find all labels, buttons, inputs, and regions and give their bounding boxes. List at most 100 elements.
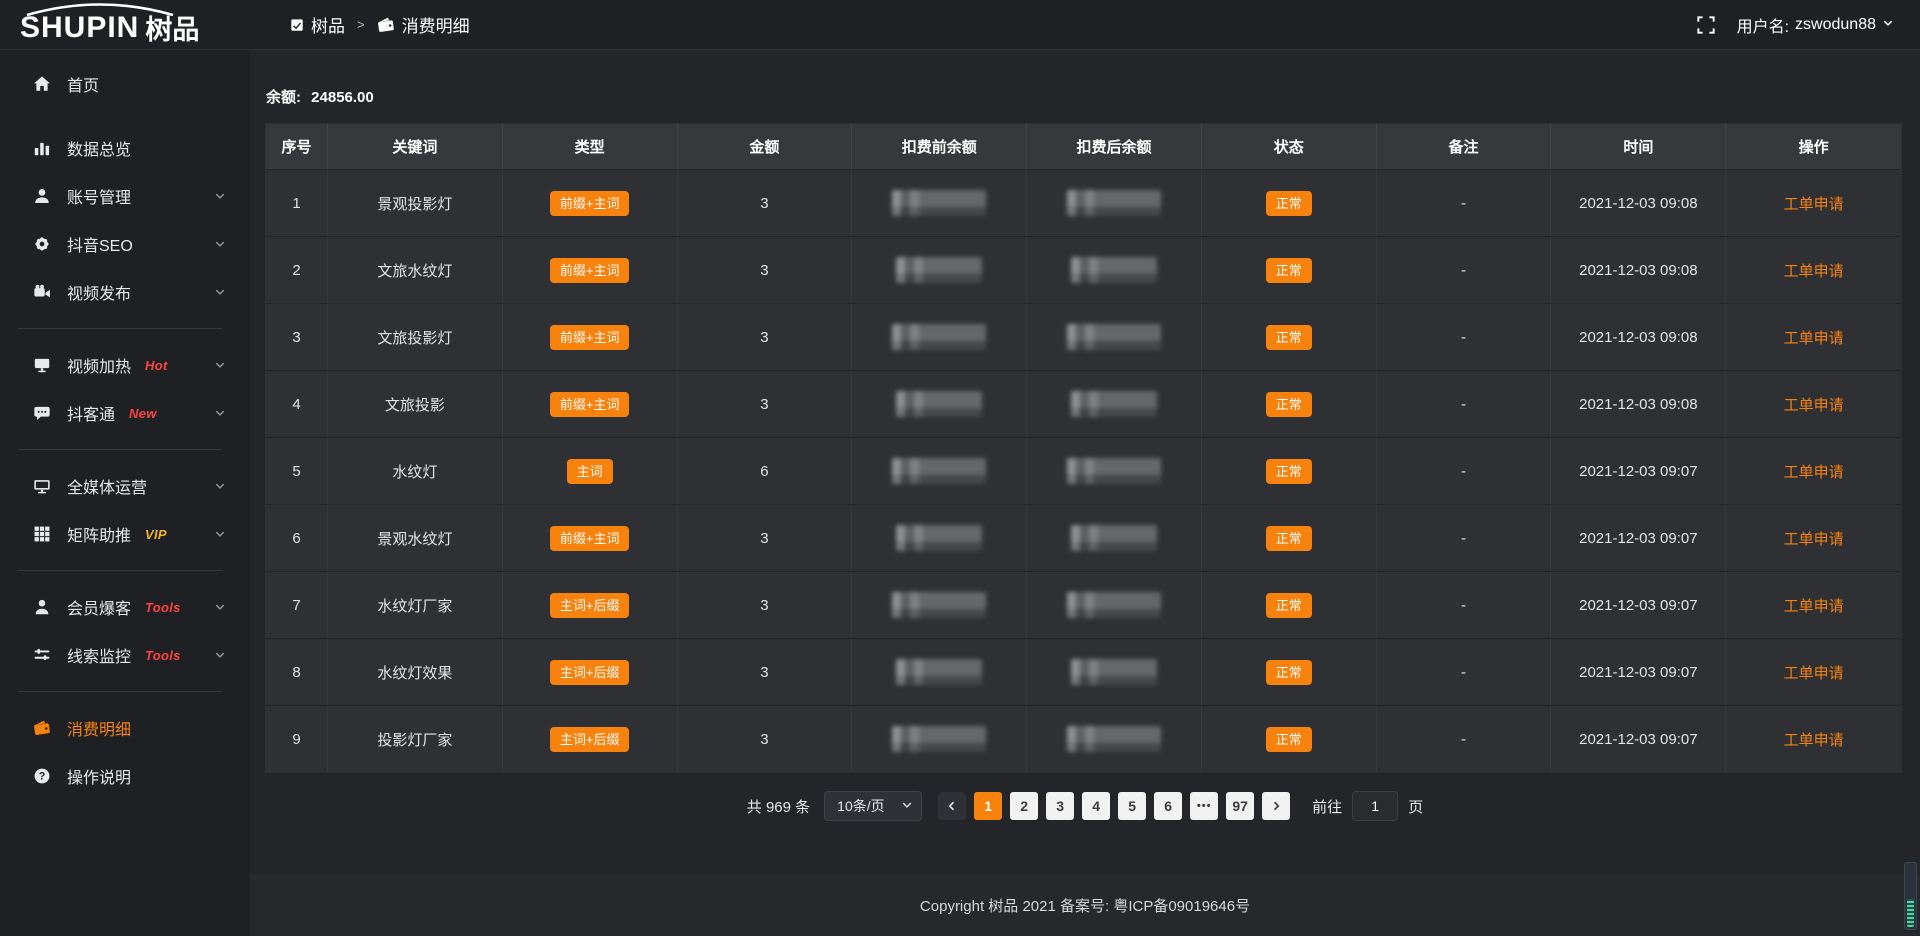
column-header: 类型 <box>503 124 678 169</box>
sidebar-item-首页[interactable]: 首页 <box>0 60 250 108</box>
chevron-down-icon <box>214 649 226 661</box>
work-order-link[interactable]: 工单申请 <box>1784 595 1844 616</box>
chevron-down-icon <box>214 359 226 371</box>
page-size-select[interactable]: 10条/页 <box>824 791 922 821</box>
page-button-2[interactable]: 2 <box>1010 792 1038 820</box>
scrollbar[interactable] <box>1904 862 1917 930</box>
type-cell: 前缀+主词 <box>503 505 678 571</box>
sidebar-item-label: 会员爆客 <box>67 595 131 619</box>
column-header: 状态 <box>1202 124 1377 169</box>
amount-cell: 3 <box>678 371 853 437</box>
breadcrumb-root[interactable]: 树品 <box>290 12 345 37</box>
table-header-row: 序号关键词类型金额扣费前余额扣费后余额状态备注时间操作 <box>266 124 1901 169</box>
remark-cell: - <box>1377 706 1552 772</box>
status-cell: 正常 <box>1202 572 1377 638</box>
sidebar-item-操作说明[interactable]: ?操作说明 <box>0 752 250 800</box>
status-cell: 正常 <box>1202 170 1377 236</box>
more-pages-button[interactable]: ••• <box>1190 792 1218 820</box>
sidebar-item-数据总览[interactable]: 数据总览 <box>0 124 250 172</box>
status-cell: 正常 <box>1202 304 1377 370</box>
next-page-button[interactable] <box>1262 792 1290 820</box>
sidebar-item-label: 视频发布 <box>67 280 131 304</box>
grid-icon <box>32 524 52 544</box>
page-button-97[interactable]: 97 <box>1226 792 1254 820</box>
redacted-balance-before <box>896 525 982 551</box>
work-order-link[interactable]: 工单申请 <box>1784 260 1844 281</box>
work-order-link[interactable]: 工单申请 <box>1784 327 1844 348</box>
time-cell: 2021-12-03 09:07 <box>1551 572 1726 638</box>
sidebar-item-账号管理[interactable]: 账号管理 <box>0 172 250 220</box>
amount-cell: 3 <box>678 706 853 772</box>
goto-page-input[interactable] <box>1352 791 1398 821</box>
action-cell: 工单申请 <box>1726 505 1901 571</box>
sidebar-divider <box>18 691 222 692</box>
balance-after-cell <box>1027 706 1202 772</box>
balance-label: 余额: <box>266 89 301 106</box>
type-badge: 前缀+主词 <box>550 191 630 216</box>
sidebar-item-label: 视频加热 <box>67 353 131 377</box>
type-badge: 主词 <box>567 459 613 484</box>
scrollbar-thumb[interactable] <box>1907 899 1914 927</box>
work-order-link[interactable]: 工单申请 <box>1784 461 1844 482</box>
work-order-link[interactable]: 工单申请 <box>1784 394 1844 415</box>
sidebar-item-矩阵助推[interactable]: 矩阵助推VIP <box>0 510 250 558</box>
home-icon <box>32 74 52 94</box>
keyword-cell: 投影灯厂家 <box>328 706 503 772</box>
row-index-cell: 2 <box>266 237 328 303</box>
action-cell: 工单申请 <box>1726 237 1901 303</box>
page-button-3[interactable]: 3 <box>1046 792 1074 820</box>
sidebar-item-全媒体运营[interactable]: 全媒体运营 <box>0 462 250 510</box>
time-cell: 2021-12-03 09:08 <box>1551 170 1726 236</box>
balance-before-cell <box>852 438 1027 504</box>
work-order-link[interactable]: 工单申请 <box>1784 729 1844 750</box>
column-header: 关键词 <box>328 124 503 169</box>
sidebar-item-抖客通[interactable]: 抖客通New <box>0 389 250 437</box>
balance-before-cell <box>852 505 1027 571</box>
time-cell: 2021-12-03 09:08 <box>1551 371 1726 437</box>
logo: SHUPIN 树品 <box>0 0 250 49</box>
keyword-cell: 水纹灯 <box>328 438 503 504</box>
page-button-6[interactable]: 6 <box>1154 792 1182 820</box>
redacted-balance-after <box>1067 592 1161 618</box>
work-order-link[interactable]: 工单申请 <box>1784 528 1844 549</box>
question-icon: ? <box>32 766 52 786</box>
breadcrumb-separator: > <box>357 17 365 32</box>
page-button-4[interactable]: 4 <box>1082 792 1110 820</box>
pagination: 共 969 条 10条/页 123456•••97 前往 页 <box>250 791 1920 821</box>
amount-cell: 6 <box>678 438 853 504</box>
member-icon <box>32 597 52 617</box>
video-icon <box>32 282 52 302</box>
prev-page-button[interactable] <box>938 792 966 820</box>
sidebar-item-线索监控[interactable]: 线索监控Tools <box>0 631 250 679</box>
table-body: 1景观投影灯前缀+主词3正常-2021-12-03 09:08工单申请2文旅水纹… <box>266 169 1901 772</box>
action-cell: 工单申请 <box>1726 371 1901 437</box>
type-cell: 前缀+主词 <box>503 170 678 236</box>
heat-icon <box>32 355 52 375</box>
work-order-link[interactable]: 工单申请 <box>1784 193 1844 214</box>
type-badge: 主词+后缀 <box>550 593 630 618</box>
status-badge: 正常 <box>1266 191 1312 216</box>
redacted-balance-before <box>892 190 986 216</box>
table-row: 4文旅投影前缀+主词3正常-2021-12-03 09:08工单申请 <box>266 370 1901 437</box>
fullscreen-icon[interactable] <box>1697 16 1715 34</box>
copyright-text: Copyright 树品 2021 备案号: 粤ICP备09019646号 <box>920 895 1250 916</box>
status-badge: 正常 <box>1266 392 1312 417</box>
page-button-5[interactable]: 5 <box>1118 792 1146 820</box>
sidebar-item-抖音SEO[interactable]: 抖音SEO <box>0 220 250 268</box>
redacted-balance-before <box>892 726 986 752</box>
page-number-list: 123456 ••• 97 <box>974 792 1254 820</box>
action-cell: 工单申请 <box>1726 170 1901 236</box>
sidebar-item-会员爆客[interactable]: 会员爆客Tools <box>0 583 250 631</box>
type-cell: 主词+后缀 <box>503 639 678 705</box>
sidebar-item-视频发布[interactable]: 视频发布 <box>0 268 250 316</box>
sidebar-item-消费明细[interactable]: 消费明细 <box>0 704 250 752</box>
sidebar-item-视频加热[interactable]: 视频加热Hot <box>0 341 250 389</box>
work-order-link[interactable]: 工单申请 <box>1784 662 1844 683</box>
user-menu[interactable]: 用户名: zswodun88 <box>1737 13 1894 37</box>
row-index-cell: 8 <box>266 639 328 705</box>
page-button-1[interactable]: 1 <box>974 792 1002 820</box>
remark-cell: - <box>1377 505 1552 571</box>
amount-cell: 3 <box>678 304 853 370</box>
balance-after-cell <box>1027 438 1202 504</box>
footer: Copyright 树品 2021 备案号: 粤ICP备09019646号 <box>250 874 1920 936</box>
